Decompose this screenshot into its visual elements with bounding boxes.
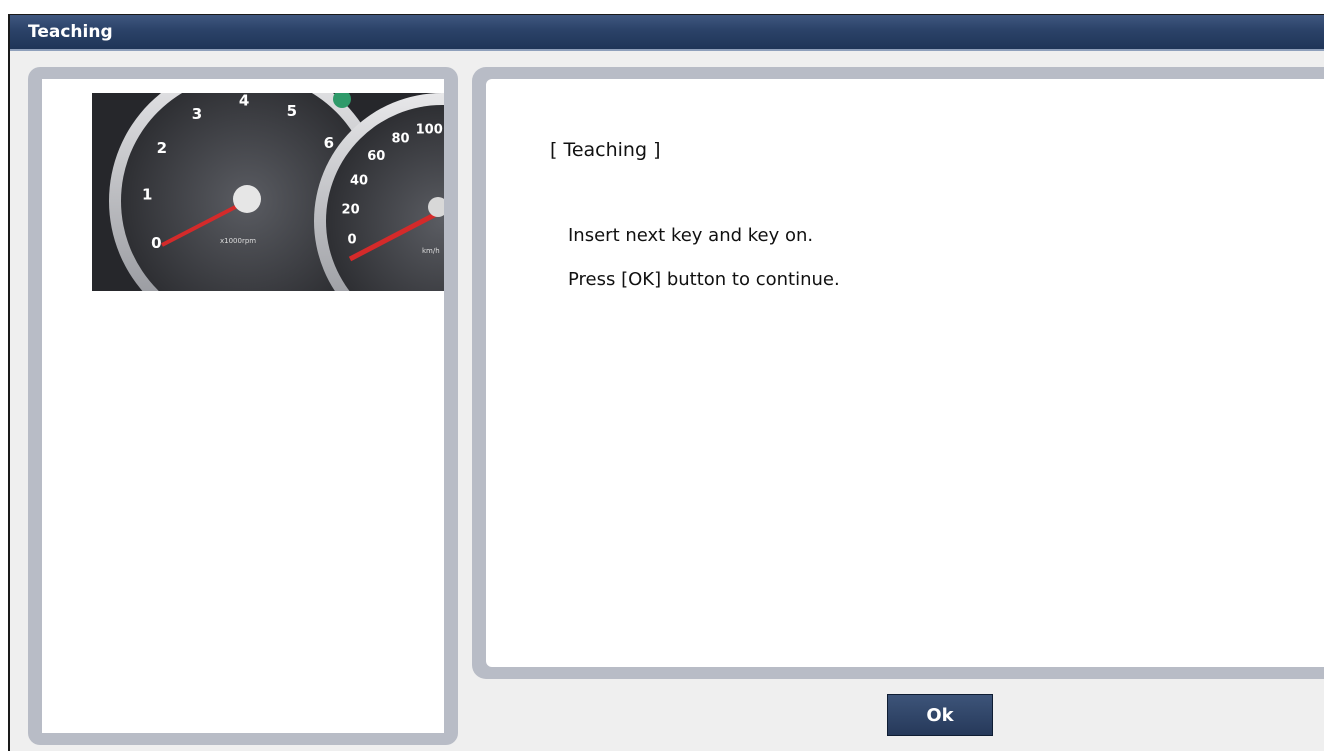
speed-tick-label: 40 (350, 174, 368, 189)
window-title: Teaching (28, 22, 113, 42)
speed-tick-label: 20 (342, 203, 360, 218)
message-panel-inner: [ Teaching ] Insert next key and key on.… (486, 79, 1324, 667)
title-bar[interactable]: Teaching (10, 15, 1324, 51)
tach-tick-label: 1 (142, 186, 152, 204)
speed-tick-label: 60 (367, 149, 385, 164)
image-panel-inner: 0 1 2 3 4 5 6 0 20 40 60 80 100 x1000rpm km/h (42, 79, 444, 733)
instrument-cluster-svg: 0 1 2 3 4 5 6 0 20 40 60 80 100 x1000rpm km/h (92, 93, 444, 291)
tach-hub (233, 185, 261, 213)
tach-tick-label: 3 (192, 105, 202, 123)
speed-tick-label: 100 (416, 122, 443, 137)
message-line-2: Press [OK] button to continue. (568, 269, 840, 290)
ok-button[interactable]: Ok (887, 694, 993, 736)
message-panel: [ Teaching ] Insert next key and key on.… (472, 67, 1324, 679)
image-panel: 0 1 2 3 4 5 6 0 20 40 60 80 100 x1000rpm km/h (28, 67, 458, 745)
message-heading: [ Teaching ] (550, 139, 661, 161)
speed-unit-label: km/h (422, 247, 440, 255)
teaching-dialog: Teaching 0 1 2 3 4 5 6 0 20 40 60 80 100… (8, 14, 1324, 751)
tach-tick-label: 2 (157, 139, 167, 157)
tach-tick-label: 4 (239, 93, 249, 110)
tach-tick-label: 0 (151, 234, 161, 252)
tach-unit-label: x1000rpm (220, 237, 256, 245)
instrument-cluster-image: 0 1 2 3 4 5 6 0 20 40 60 80 100 x1000rpm km/h (92, 93, 444, 291)
speed-tick-label: 0 (347, 233, 356, 248)
message-line-1: Insert next key and key on. (568, 225, 814, 246)
tach-tick-label: 6 (324, 134, 334, 152)
tach-tick-label: 5 (287, 102, 297, 120)
speed-tick-label: 80 (391, 131, 409, 146)
